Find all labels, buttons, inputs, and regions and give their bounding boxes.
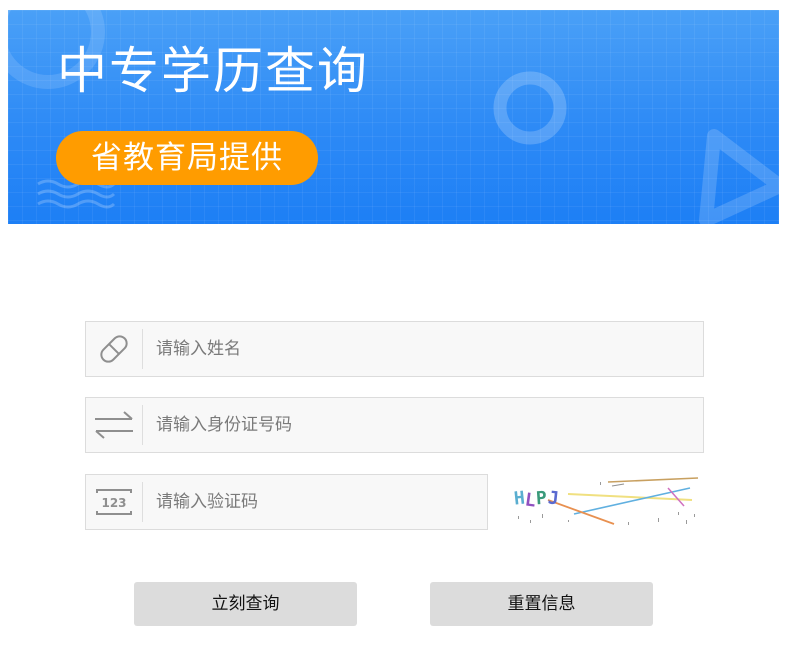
name-field [85,321,704,377]
swap-arrows-icon [86,398,142,452]
name-input[interactable] [156,322,695,376]
id-number-field [85,397,704,453]
verification-code-field: 123 [85,474,488,530]
field-divider [142,405,143,445]
svg-text:123: 123 [101,496,126,510]
captcha-char: P [535,488,547,510]
page: 中专学历查询 省教育局提供 请输入姓名 请输入身份证号码 123 请输入验证码 … [0,0,789,657]
field-divider [142,329,143,369]
verification-code-input[interactable] [156,475,479,529]
header-banner: 中专学历查询 省教育局提供 [8,10,779,224]
number-123-icon: 123 [86,475,142,529]
id-number-input[interactable] [156,398,695,452]
query-button[interactable]: 立刻查询 [134,582,357,626]
captcha-image[interactable]: H L P J [508,474,702,530]
page-title: 中专学历查询 [57,42,369,100]
reset-button[interactable]: 重置信息 [430,582,653,626]
captcha-char: J [547,487,560,509]
provider-badge: 省教育局提供 [56,131,318,185]
field-divider [142,482,143,522]
tag-icon [86,322,142,376]
